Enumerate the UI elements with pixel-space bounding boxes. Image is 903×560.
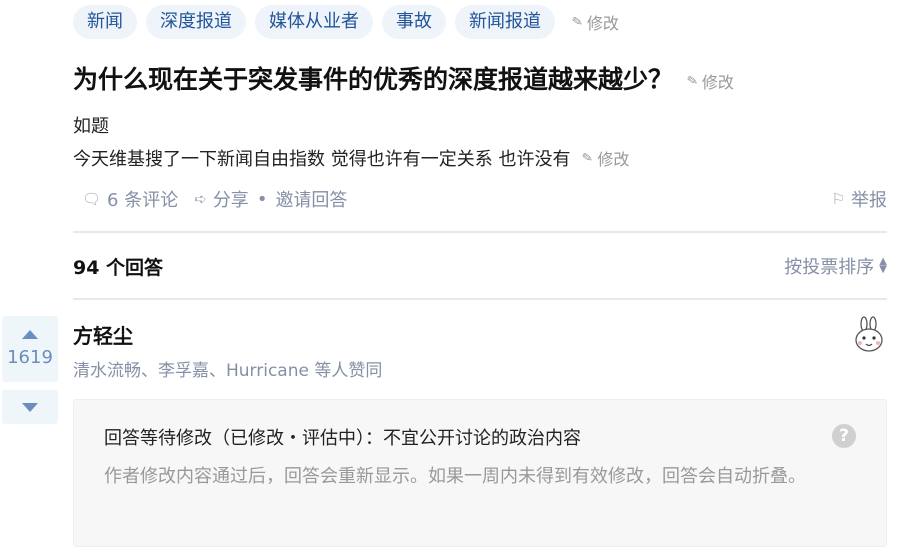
answers-count: 94 个回答 xyxy=(73,257,164,279)
help-icon[interactable]: ? xyxy=(832,424,856,448)
question-detail-row: 今天维基搜了一下新闻自由指数 觉得也许有一定关系 也许没有 ✎ 修改 xyxy=(73,145,629,171)
vote-count: 1619 xyxy=(7,347,53,368)
question-meta: 🗨 6 条评论 ➪ 分享 • 邀请回答 xyxy=(82,186,347,212)
pencil-icon: ✎ xyxy=(570,13,585,31)
upvote-icon xyxy=(22,330,38,339)
edit-title-link[interactable]: ✎ 修改 xyxy=(685,69,734,93)
avatar[interactable] xyxy=(850,316,888,354)
question-title: 为什么现在关于突发事件的优秀的深度报道越来越少？ xyxy=(73,65,674,94)
sort-label: 按投票排序 xyxy=(784,257,875,278)
flag-icon: ⚐ xyxy=(831,190,845,208)
pencil-icon: ✎ xyxy=(581,149,595,167)
divider xyxy=(73,231,887,233)
tag-in-depth[interactable]: 深度报道 xyxy=(146,5,246,39)
topic-tags: 新闻 深度报道 媒体从业者 事故 新闻报道 ✎ 修改 xyxy=(73,5,619,39)
sort-dropdown[interactable]: 按投票排序 ▲ ▼ xyxy=(784,253,887,279)
sort-arrows-icon: ▲ ▼ xyxy=(879,256,887,275)
tag-media[interactable]: 媒体从业者 xyxy=(255,5,373,39)
tag-news[interactable]: 新闻 xyxy=(73,5,137,39)
share-link[interactable]: 分享 xyxy=(213,186,249,212)
edit-label: 修改 xyxy=(597,150,630,169)
notice-title: 回答等待修改（已修改・评估中）：不宜公开讨论的政治内容 xyxy=(104,428,581,449)
invite-link[interactable]: 邀请回答 xyxy=(275,186,347,212)
tag-news-report[interactable]: 新闻报道 xyxy=(455,5,555,39)
comments-link[interactable]: 6 条评论 xyxy=(107,186,178,212)
answer-author[interactable]: 方轻尘 xyxy=(73,320,133,349)
separator: • xyxy=(256,188,268,210)
downvote-icon xyxy=(22,402,38,412)
upvote-button[interactable]: 1619 xyxy=(2,316,58,382)
report-link[interactable]: ⚐ 举报 xyxy=(832,186,887,212)
question-detail-line1: 如题 xyxy=(73,116,109,137)
answer-pending-notice: 回答等待修改（已修改・评估中）：不宜公开讨论的政治内容 ? 作者修改内容通过后，… xyxy=(73,399,887,547)
answer-voters[interactable]: 清水流畅、李孚嘉、Hurricane 等人赞同 xyxy=(73,356,382,381)
edit-label: 修改 xyxy=(586,14,619,33)
pencil-icon: ✎ xyxy=(685,72,700,90)
report-label: 举报 xyxy=(851,190,887,211)
question-title-row: 为什么现在关于突发事件的优秀的深度报道越来越少？ ✎ 修改 xyxy=(73,60,734,96)
tag-accident[interactable]: 事故 xyxy=(382,5,446,39)
edit-label: 修改 xyxy=(701,73,734,92)
edit-detail-link[interactable]: ✎ 修改 xyxy=(581,146,630,170)
question-detail-line2: 今天维基搜了一下新闻自由指数 觉得也许有一定关系 也许没有 xyxy=(73,149,571,170)
divider xyxy=(73,298,887,300)
share-icon: ➪ xyxy=(194,190,207,208)
notice-body: 作者修改内容通过后，回答会重新显示。如果一周内未得到有效修改，回答会自动折叠。 xyxy=(104,466,806,487)
edit-tags-link[interactable]: ✎ 修改 xyxy=(570,10,619,34)
downvote-button[interactable] xyxy=(2,390,58,424)
comment-icon: 🗨 xyxy=(82,190,102,208)
